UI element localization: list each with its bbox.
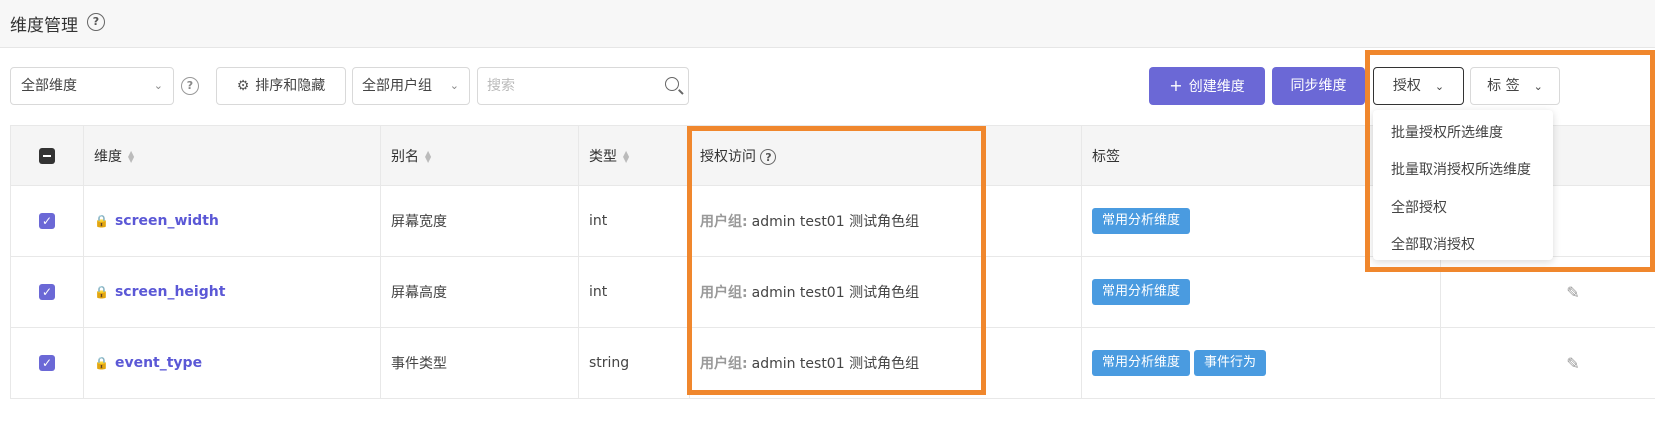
sort-hide-button[interactable]: ⚙ 排序和隐藏 — [216, 67, 346, 105]
tag-badge: 常用分析维度 — [1092, 350, 1191, 376]
row-select-cell: ✓ — [10, 327, 84, 399]
tag-badge: 常用分析维度 — [1092, 208, 1191, 234]
row-select-cell: ✓ — [10, 256, 84, 328]
lock-icon: 🔒 — [94, 356, 109, 370]
highlight-box-access-column — [687, 126, 986, 395]
column-header-label: 维度 — [94, 148, 122, 165]
column-header-type[interactable]: 类型 ▲ ▼ — [578, 125, 690, 186]
select-all-checkbox[interactable] — [39, 147, 55, 164]
chevron-down-icon: ⌄ — [153, 79, 163, 92]
column-header-label: 标签 — [1092, 148, 1120, 165]
tags-cell: 常用分析维度 事件行为 — [1081, 327, 1441, 399]
actions-cell: ✎ — [1440, 327, 1655, 399]
help-icon[interactable]: ? — [87, 13, 105, 31]
create-dimension-label: 创建维度 — [1188, 79, 1245, 95]
type-cell: int — [578, 185, 690, 257]
alias-cell: 事件类型 — [380, 327, 579, 399]
gear-icon: ⚙ — [236, 78, 250, 94]
alias-cell: 屏幕宽度 — [380, 185, 579, 257]
sort-icon[interactable]: ▲ ▼ — [425, 149, 431, 163]
edit-icon[interactable]: ✎ — [1566, 354, 1579, 373]
sort-hide-label: 排序和隐藏 — [255, 78, 326, 94]
row-checkbox[interactable]: ✓ — [39, 355, 55, 371]
dimension-name-cell: 🔒 screen_width — [83, 185, 381, 257]
row-checkbox[interactable]: ✓ — [39, 213, 55, 229]
type-cell: string — [578, 327, 690, 399]
type-cell: int — [578, 256, 690, 328]
lock-icon: 🔒 — [94, 214, 109, 228]
column-header-label: 别名 — [391, 148, 419, 165]
help-icon[interactable]: ? — [181, 77, 199, 95]
row-checkbox[interactable]: ✓ — [39, 284, 55, 300]
column-header-alias[interactable]: 别名 ▲ ▼ — [380, 125, 579, 186]
page-title: 维度管理 — [10, 16, 78, 36]
lock-icon: 🔒 — [94, 285, 109, 299]
create-dimension-button[interactable]: + 创建维度 — [1149, 67, 1265, 105]
column-header-dimension[interactable]: 维度 ▲ ▼ — [83, 125, 381, 186]
dimension-name-cell: 🔒 event_type — [83, 327, 381, 399]
highlight-box-auth-menu — [1365, 50, 1655, 272]
usergroup-filter-value: 全部用户组 — [362, 78, 432, 94]
dimension-name-link[interactable]: event_type — [115, 355, 202, 371]
sort-icon[interactable]: ▲ ▼ — [623, 149, 629, 163]
select-all-cell — [10, 125, 84, 186]
plus-icon: + — [1169, 76, 1183, 95]
dimension-name-link[interactable]: screen_height — [115, 284, 225, 300]
search-input[interactable]: 搜索 — [477, 67, 689, 105]
dimension-name-cell: 🔒 screen_height — [83, 256, 381, 328]
usergroup-filter-select[interactable]: 全部用户组 ⌄ — [352, 67, 470, 105]
dimension-filter-select[interactable]: 全部维度 ⌄ — [10, 67, 174, 105]
search-placeholder: 搜索 — [487, 78, 515, 94]
page-header: 维度管理 ? — [0, 0, 1655, 48]
column-header-label: 类型 — [589, 148, 617, 165]
dimension-filter-value: 全部维度 — [21, 78, 77, 94]
edit-icon[interactable]: ✎ — [1566, 283, 1579, 302]
tag-badge: 事件行为 — [1194, 350, 1267, 376]
sync-dimension-button[interactable]: 同步维度 — [1272, 67, 1365, 105]
alias-cell: 屏幕高度 — [380, 256, 579, 328]
chevron-down-icon: ⌄ — [449, 79, 459, 92]
tag-badge: 常用分析维度 — [1092, 279, 1191, 305]
sort-icon[interactable]: ▲ ▼ — [128, 149, 134, 163]
row-select-cell: ✓ — [10, 185, 84, 257]
sync-dimension-label: 同步维度 — [1290, 78, 1347, 94]
dimension-name-link[interactable]: screen_width — [115, 213, 219, 229]
search-icon[interactable] — [665, 77, 679, 91]
